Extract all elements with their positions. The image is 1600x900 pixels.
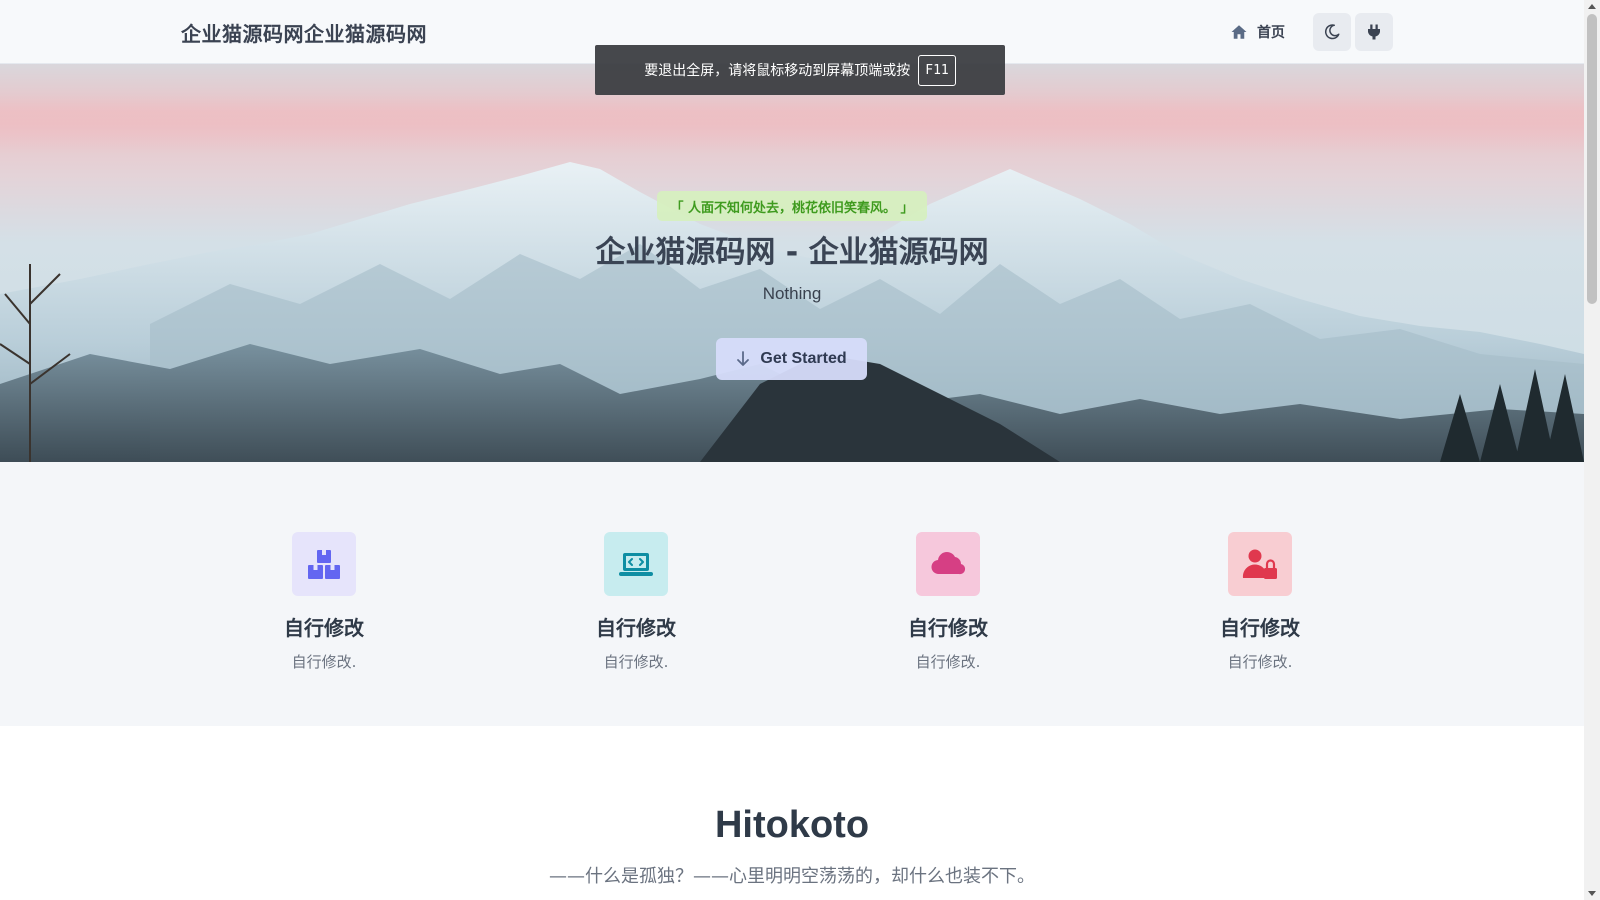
- scrollbar-thumb[interactable]: [1587, 14, 1597, 304]
- feature-card: 自行修改 自行修改.: [536, 532, 736, 672]
- site-brand[interactable]: 企业猫源码网企业猫源码网: [181, 18, 427, 47]
- feature-title: 自行修改: [908, 616, 988, 640]
- feature-card: 自行修改 自行修改.: [848, 532, 1048, 672]
- nav-home-label: 首页: [1257, 25, 1285, 41]
- hitokoto-text: ——什么是孤独？——心里明明空荡荡的，却什么也装不下。: [549, 866, 1035, 887]
- hitokoto-section: Hitokoto ——什么是孤独？——心里明明空荡荡的，却什么也装不下。: [0, 726, 1584, 900]
- page-scrollbar[interactable]: [1584, 0, 1600, 900]
- feature-icon-tile: [604, 532, 668, 596]
- feature-title: 自行修改: [284, 616, 364, 640]
- plug-icon: [1368, 24, 1380, 40]
- feature-description: 自行修改.: [603, 653, 669, 671]
- feature-icon-tile: [916, 532, 980, 596]
- features-section: 自行修改 自行修改. 自行修改 自行修改. 自行修改 自行修改. 自行修改 自行…: [0, 462, 1584, 726]
- laptop-code-icon: [619, 553, 653, 576]
- arrow-down-icon: [737, 351, 750, 366]
- cloud-icon: [931, 552, 966, 575]
- fullscreen-notice-text: 要退出全屏，请将鼠标移动到屏幕顶端或按: [644, 63, 911, 79]
- get-started-button[interactable]: Get Started: [716, 338, 867, 380]
- user-lock-icon: [1242, 549, 1277, 579]
- f11-key-badge: F11: [918, 54, 956, 86]
- dark-mode-toggle-button[interactable]: [1313, 13, 1351, 51]
- feature-card: 自行修改 自行修改.: [1160, 532, 1360, 672]
- feature-icon-tile: [1228, 532, 1292, 596]
- poem-quote-badge: 「 人面不知何处去，桃花依旧笑春风。 」: [657, 191, 927, 221]
- boxes-icon: [308, 550, 340, 579]
- fullscreen-exit-notice: 要退出全屏，请将鼠标移动到屏幕顶端或按 F11: [595, 45, 1005, 95]
- hitokoto-heading: Hitokoto: [714, 804, 870, 846]
- feature-icon-tile: [292, 532, 356, 596]
- get-started-label: Get Started: [760, 350, 847, 367]
- feature-description: 自行修改.: [1227, 653, 1293, 671]
- plugin-button[interactable]: [1355, 13, 1393, 51]
- nav-home-link[interactable]: 首页: [1230, 22, 1285, 42]
- hero-title: 企业猫源码网 - 企业猫源码网: [595, 235, 989, 270]
- scroll-up-arrow-icon[interactable]: [1588, 4, 1596, 9]
- feature-description: 自行修改.: [915, 653, 981, 671]
- feature-card: 自行修改 自行修改.: [224, 532, 424, 672]
- home-icon: [1231, 25, 1247, 39]
- feature-title: 自行修改: [596, 616, 676, 640]
- feature-description: 自行修改.: [291, 653, 357, 671]
- moon-icon: [1324, 24, 1340, 40]
- hero-subtitle: Nothing: [762, 284, 822, 303]
- hero-banner: 「 人面不知何处去，桃花依旧笑春风。 」 企业猫源码网 - 企业猫源码网 Not…: [0, 64, 1584, 462]
- scroll-down-arrow-icon[interactable]: [1588, 891, 1596, 896]
- feature-title: 自行修改: [1220, 616, 1300, 640]
